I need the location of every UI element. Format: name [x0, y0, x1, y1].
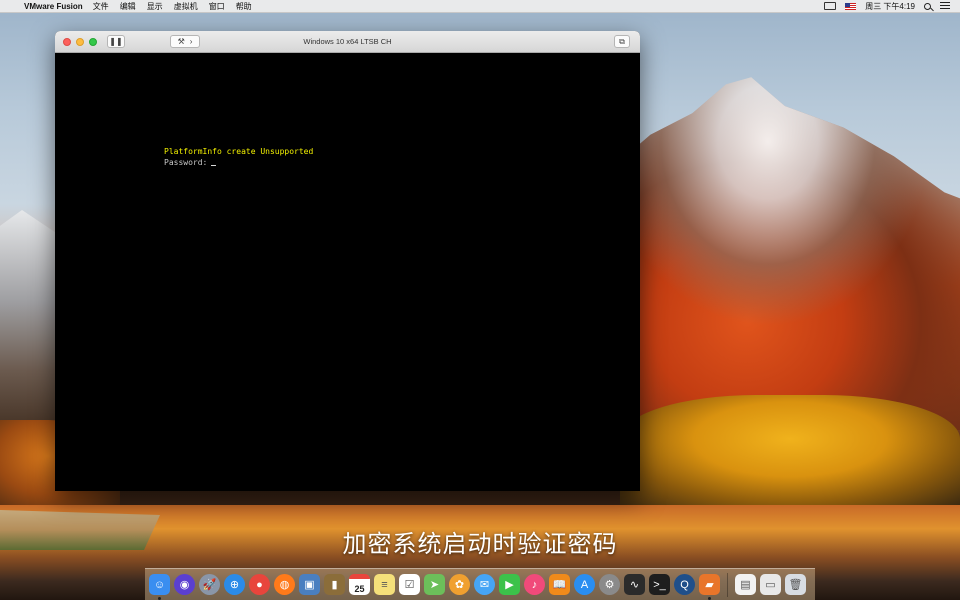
notes-dock-item[interactable]: ≡ — [374, 574, 395, 595]
notes-icon: ≡ — [381, 578, 388, 591]
menu-bar-clock[interactable]: 周三 下午4:19 — [865, 1, 915, 12]
windows-overlap-icon: ⧉ — [619, 36, 625, 46]
vm-console-screen[interactable]: PlatformInfo create Unsupported Password… — [55, 53, 640, 491]
document-icon: ▤ — [740, 579, 751, 591]
menu-edit[interactable]: 编辑 — [120, 1, 136, 12]
facetime-dock-item[interactable]: ▶ — [499, 574, 520, 595]
launchpad-dock-item[interactable]: 🚀 — [199, 574, 220, 595]
vmware-fusion-icon: ▰ — [705, 579, 714, 591]
unity-view-button[interactable]: ⧉ — [614, 35, 630, 48]
quicktime-dock-item[interactable]: Q — [674, 574, 695, 595]
video-subtitle-caption: 加密系统启动时验证密码 — [342, 530, 618, 558]
siri-icon: ◉ — [179, 579, 190, 591]
system-preferences-dock-item[interactable]: ⚙ — [599, 574, 620, 595]
vm-window: ❚❚ ⚒ › Windows 10 x64 LTSB CH ⧉ Platform… — [55, 31, 640, 491]
zoom-window-button[interactable] — [89, 37, 97, 46]
terminal-icon: >_ — [653, 578, 666, 591]
activity-monitor-icon: ∿ — [629, 579, 640, 591]
calendar-icon: 25 — [354, 584, 365, 594]
books-icon: 📖 — [552, 579, 567, 591]
minimize-window-button[interactable] — [76, 37, 84, 46]
siri-dock-item[interactable]: ◉ — [174, 574, 195, 595]
reminders-icon: ☑ — [404, 579, 415, 591]
photos-dock-item[interactable]: ✿ — [449, 574, 470, 595]
terminal-dock-item[interactable]: >_ — [649, 574, 670, 595]
folder-stack-icon: ▭ — [765, 579, 776, 591]
console-password-prompt[interactable]: Password: — [164, 158, 217, 167]
app-store-dock-item[interactable]: A — [574, 574, 595, 595]
close-window-button[interactable] — [63, 37, 71, 46]
chrome-icon: ● — [256, 578, 263, 591]
console-platform-message: PlatformInfo create Unsupported — [164, 147, 314, 156]
launchpad-icon: 🚀 — [202, 579, 217, 591]
vm-settings-button[interactable]: ⚒ › — [170, 35, 200, 48]
password-label: Password: — [164, 158, 208, 167]
wallpaper-forest — [620, 395, 960, 505]
text-cursor — [211, 164, 217, 166]
app-menu[interactable]: VMware Fusion — [24, 2, 83, 11]
app-store-icon: A — [580, 578, 589, 591]
menu-bar: VMware Fusion 文件 编辑 显示 虚拟机 窗口 帮助 周三 下午4:… — [0, 0, 960, 13]
books-dock-item[interactable]: 📖 — [549, 574, 570, 595]
menu-view[interactable]: 显示 — [147, 1, 163, 12]
vm-window-title: Windows 10 x64 LTSB CH — [303, 37, 392, 46]
menu-help[interactable]: 帮助 — [236, 1, 252, 12]
window-controls — [63, 37, 97, 46]
menu-window[interactable]: 窗口 — [209, 1, 225, 12]
maps-dock-item[interactable]: ➤ — [424, 574, 445, 595]
music-dock-item[interactable]: ♪ — [524, 574, 545, 595]
music-icon: ♪ — [531, 578, 538, 591]
photos-icon: ✿ — [454, 579, 465, 591]
reminders-dock-item[interactable]: ☑ — [399, 574, 420, 595]
activity-monitor-dock-item[interactable]: ∿ — [624, 574, 645, 595]
folder-stack-dock-item[interactable]: ▭ — [760, 574, 781, 595]
system-preferences-icon: ⚙ — [604, 579, 615, 591]
firefox-icon: ◍ — [279, 579, 290, 591]
calendar-dock-item[interactable]: 25 — [349, 574, 370, 595]
facetime-icon: ▶ — [505, 579, 514, 591]
input-source-flag-icon[interactable] — [845, 2, 857, 10]
wallpaper-mountain-right — [600, 77, 960, 430]
menu-file[interactable]: 文件 — [93, 1, 109, 12]
spotlight-search-icon[interactable] — [924, 2, 931, 10]
messages-dock-item[interactable]: ✉ — [474, 574, 495, 595]
quicktime-icon: Q — [680, 578, 689, 591]
trash-dock-item[interactable]: 🗑 — [785, 574, 806, 595]
trash-icon: 🗑 — [788, 579, 803, 591]
preview-dock-item[interactable]: ▣ — [299, 574, 320, 595]
preview-icon: ▣ — [304, 579, 315, 591]
pause-icon: ❚❚ — [109, 37, 123, 46]
document-dock-item[interactable]: ▤ — [735, 574, 756, 595]
messages-icon: ✉ — [479, 579, 490, 591]
dock-separator — [727, 572, 728, 597]
finder-dock-item[interactable]: ☺ — [149, 574, 170, 600]
notebook-icon: ▮ — [331, 579, 338, 591]
safari-icon: ⊕ — [229, 579, 240, 591]
menu-virtual-machine[interactable]: 虚拟机 — [174, 1, 198, 12]
notification-center-icon[interactable] — [940, 2, 950, 10]
vm-window-titlebar[interactable]: ❚❚ ⚒ › Windows 10 x64 LTSB CH ⧉ — [55, 31, 640, 53]
menu-bar-status-area: 周三 下午4:19 — [824, 1, 960, 12]
wrench-icon: ⚒ — [177, 37, 185, 46]
maps-icon: ➤ — [429, 579, 440, 591]
firefox-dock-item[interactable]: ◍ — [274, 574, 295, 595]
chrome-dock-item[interactable]: ● — [249, 574, 270, 595]
finder-icon: ☺ — [153, 578, 166, 591]
safari-dock-item[interactable]: ⊕ — [224, 574, 245, 595]
dock: ☺ ◉ 🚀 ⊕ ● ◍ ▣ ▮ 25 ≡ ☑ ➤ ✿ ✉ ▶ ♪ 📖 A ⚙ ∿ >_ Q ▰ ▤ ▭ 🗑 — [145, 568, 815, 600]
airplay-display-icon[interactable] — [824, 2, 837, 10]
chevron-right-icon: › — [189, 37, 193, 46]
vmware-fusion-dock-item[interactable]: ▰ — [699, 574, 720, 600]
suspend-vm-button[interactable]: ❚❚ — [107, 35, 125, 48]
notebook-dock-item[interactable]: ▮ — [324, 574, 345, 595]
